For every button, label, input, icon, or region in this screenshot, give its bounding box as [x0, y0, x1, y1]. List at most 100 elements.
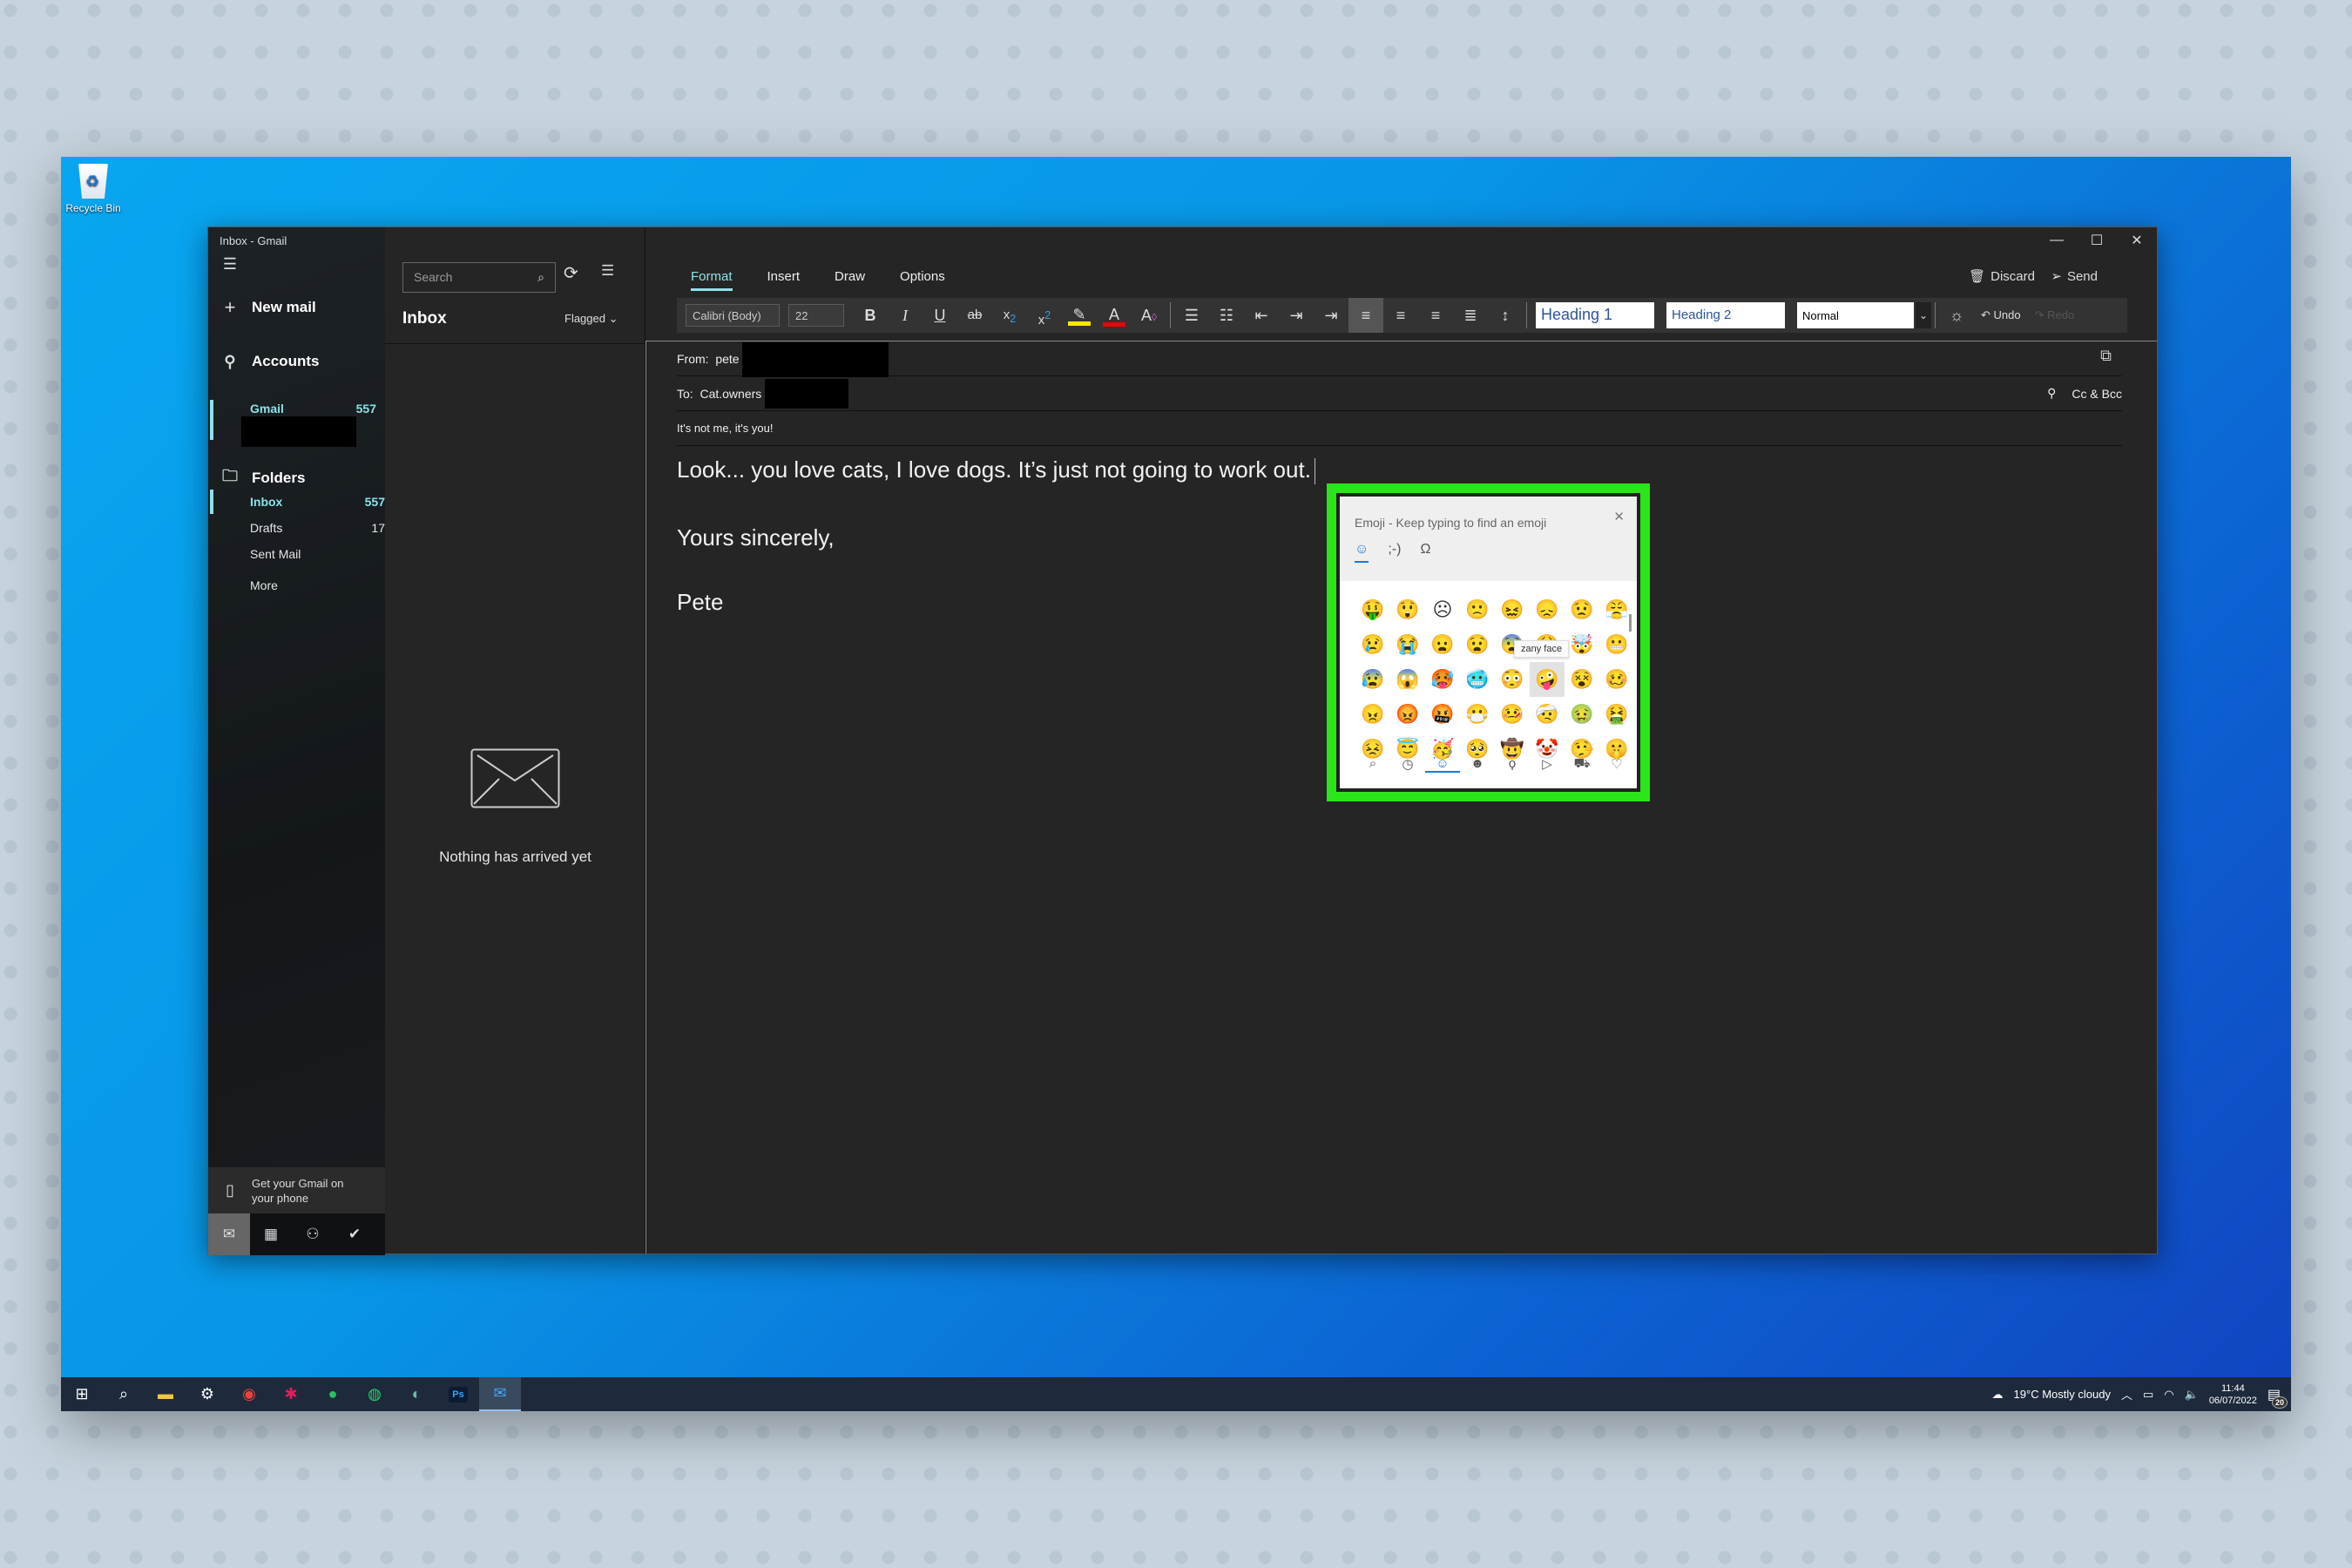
kaomoji-tab-icon[interactable]: ;-)	[1388, 542, 1401, 563]
emoji-item[interactable]: 🥶	[1460, 662, 1495, 697]
pop-out-icon[interactable]: ⧉	[2100, 347, 2112, 365]
clear-formatting-icon[interactable]: A◊	[1132, 298, 1166, 333]
emoji-item[interactable]: 🥵	[1425, 662, 1460, 697]
emoji-item[interactable]: 🤢	[1565, 697, 1599, 732]
minimize-button[interactable]: —	[2037, 227, 2077, 253]
calendar-icon[interactable]: ▦	[250, 1213, 292, 1255]
emoji-item[interactable]: 😰	[1355, 662, 1390, 697]
maximize-button[interactable]: ☐	[2077, 227, 2117, 253]
undo-button[interactable]: ↶ Undo	[1974, 298, 2028, 333]
people-icon[interactable]: ☻	[1460, 756, 1495, 773]
redo-button[interactable]: ↷ Redo	[2028, 298, 2082, 333]
subject-field[interactable]: It's not me, it's you!	[677, 411, 2122, 446]
emoji-item[interactable]: 🤯	[1565, 627, 1599, 662]
emoji-item[interactable]: 🙁	[1460, 592, 1495, 627]
tab-insert[interactable]: Insert	[767, 269, 801, 291]
browser-icon[interactable]: ◐	[395, 1377, 437, 1411]
subscript-icon[interactable]: x2	[992, 298, 1027, 333]
search-input[interactable]: Search ⌕	[402, 262, 556, 293]
folder-sent-mail[interactable]: Sent Mail	[250, 547, 385, 561]
close-icon[interactable]: ✕	[1613, 509, 1625, 524]
discard-button[interactable]: 🗑 Discard	[1969, 268, 2035, 285]
settings-icon[interactable]: ⚙	[186, 1377, 228, 1411]
decrease-indent-icon[interactable]: ⇤	[1244, 298, 1279, 333]
send-button[interactable]: ➢ Send	[2051, 268, 2098, 285]
folders-button[interactable]: 🗀 Folders	[208, 461, 385, 496]
increase-indent-icon[interactable]: ⇥	[1279, 298, 1314, 333]
to-field[interactable]: To: Cat.owners ⚲ Cc & Bcc	[677, 376, 2122, 411]
emoji-item[interactable]: 🤪	[1530, 662, 1565, 697]
photoshop-icon[interactable]: Ps	[437, 1377, 479, 1411]
search-icon[interactable]: ⌕	[103, 1377, 145, 1411]
emoji-item[interactable]: 😱	[1390, 662, 1425, 697]
emoji-item[interactable]: 😧	[1460, 627, 1495, 662]
recent-icon[interactable]: ◷	[1390, 756, 1425, 773]
contact-picker-icon[interactable]: ⚲	[2047, 386, 2056, 401]
emoji-item[interactable]: 😬	[1599, 627, 1634, 662]
brightness-icon[interactable]: ☼	[1939, 298, 1974, 333]
emoji-item[interactable]: 😵	[1565, 662, 1599, 697]
clock[interactable]: 11:44 06/07/2022	[2209, 1382, 2257, 1407]
bullets-icon[interactable]: ☰	[1174, 298, 1209, 333]
font-name-input[interactable]: Calibri (Body)	[686, 304, 780, 327]
wifi-icon[interactable]: ◠	[2164, 1388, 2173, 1402]
highlight-icon[interactable]: ✎	[1068, 305, 1091, 326]
align-left-icon[interactable]: ≡	[1348, 298, 1383, 333]
underline-icon[interactable]: U	[923, 298, 957, 333]
people-icon[interactable]: ⚇	[292, 1213, 334, 1255]
balloon-icon[interactable]: ϙ	[1495, 756, 1530, 773]
folders-more[interactable]: More	[250, 578, 385, 592]
cc-bcc-button[interactable]: Cc & Bcc	[2072, 387, 2122, 401]
styles-dropdown-icon[interactable]: ⌄	[1916, 302, 1931, 328]
emoji-item[interactable]: 😖	[1495, 592, 1530, 627]
style-heading2[interactable]: Heading 2	[1666, 302, 1785, 328]
mail-icon[interactable]: ✉	[208, 1213, 250, 1255]
sync-icon[interactable]: ⟳	[564, 262, 578, 284]
tab-draw[interactable]: Draw	[835, 269, 865, 291]
smiley-icon[interactable]: ☺	[1425, 756, 1460, 773]
spotify-icon[interactable]: ◍	[354, 1377, 395, 1411]
numbering-icon[interactable]: ☷	[1209, 298, 1244, 333]
emoji-item[interactable]: 🤬	[1425, 697, 1460, 732]
filter-dropdown[interactable]: Flagged ⌄	[564, 312, 618, 326]
emoji-item[interactable]: 😭	[1390, 627, 1425, 662]
accounts-button[interactable]: ⚲ Accounts	[208, 344, 385, 379]
battery-icon[interactable]: ▭	[2143, 1388, 2153, 1402]
chevron-up-icon[interactable]: ︿	[2121, 1386, 2132, 1402]
emoji-item[interactable]: 🤒	[1495, 697, 1530, 732]
style-heading1[interactable]: Heading 1	[1536, 302, 1654, 328]
folder-inbox[interactable]: Inbox 557	[250, 495, 385, 509]
italic-icon[interactable]: I	[888, 298, 923, 333]
tab-format[interactable]: Format	[691, 269, 733, 291]
folder-drafts[interactable]: Drafts 17	[250, 521, 385, 535]
account-gmail[interactable]: Gmail 557	[250, 402, 376, 416]
superscript-icon[interactable]: x2	[1027, 298, 1062, 333]
heart-icon[interactable]: ♡	[1599, 756, 1634, 773]
chrome-icon[interactable]: ◉	[228, 1377, 270, 1411]
emoji-item[interactable]: 🤕	[1530, 697, 1565, 732]
todo-icon[interactable]: ✔	[334, 1213, 375, 1255]
volume-icon[interactable]: 🔈	[2185, 1388, 2199, 1402]
recycle-bin-shortcut[interactable]: Recycle Bin	[63, 164, 124, 214]
emoji-item[interactable]: 😟	[1565, 592, 1599, 627]
file-explorer-icon[interactable]: ▬	[145, 1377, 186, 1411]
car-icon[interactable]: ⛟	[1565, 756, 1599, 773]
mail-app-icon[interactable]: ✉	[479, 1377, 521, 1411]
selection-mode-icon[interactable]: ☰	[601, 262, 614, 280]
align-center-icon[interactable]: ≡	[1383, 298, 1418, 333]
pizza-icon[interactable]: ▷	[1530, 756, 1565, 773]
windows-start-icon[interactable]: ⊞	[61, 1377, 103, 1411]
emoji-item[interactable]: 😲	[1390, 592, 1425, 627]
new-mail-button[interactable]: + New mail	[208, 290, 385, 325]
symbols-tab-icon[interactable]: Ω	[1420, 542, 1430, 563]
font-size-input[interactable]: 22	[788, 304, 844, 327]
emoji-item[interactable]: 😦	[1425, 627, 1460, 662]
search-icon[interactable]: ⌕	[1355, 756, 1390, 773]
phone-promo[interactable]: ▯ Get your Gmail on your phone	[208, 1167, 385, 1213]
emoji-tab-icon[interactable]: ☺	[1355, 542, 1369, 563]
evernote-icon[interactable]: ●	[312, 1377, 354, 1411]
emoji-item[interactable]: 😡	[1390, 697, 1425, 732]
tab-options[interactable]: Options	[900, 269, 945, 291]
weather-text[interactable]: 19°C Mostly cloudy	[2014, 1388, 2111, 1401]
emoji-item[interactable]: 😢	[1355, 627, 1390, 662]
